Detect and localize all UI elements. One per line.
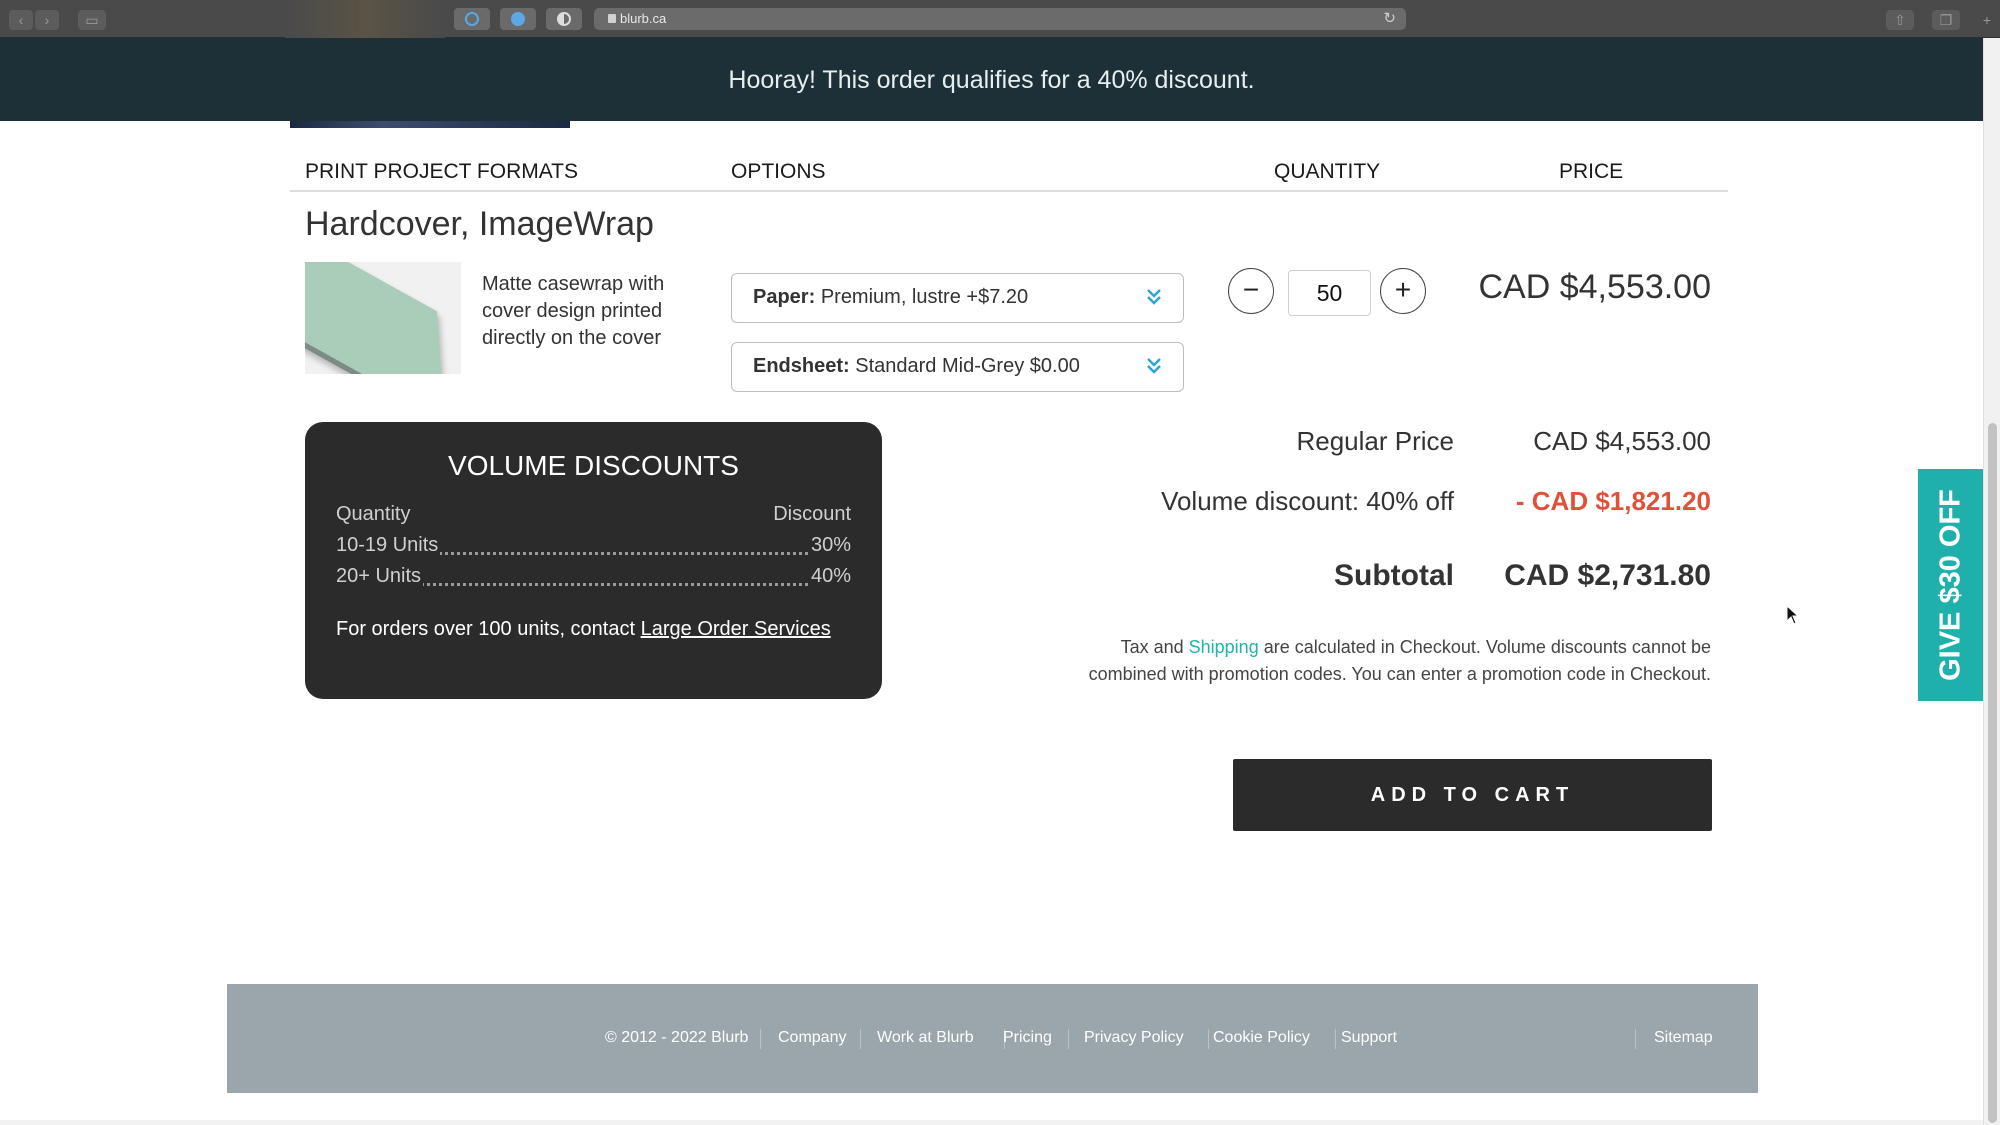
endsheet-select-text: Endsheet: Standard Mid-Grey $0.00 [753, 355, 1080, 378]
page-scrollbar[interactable] [1983, 38, 2000, 1125]
scrollbar-thumb[interactable] [1988, 423, 1997, 1123]
subtotal-label: Subtotal [1334, 559, 1454, 592]
share-icon[interactable]: ⇧ [1886, 10, 1914, 30]
endsheet-value: Standard Mid-Grey $0.00 [855, 355, 1080, 377]
forward-icon[interactable]: › [35, 10, 59, 30]
product-title: Hardcover, ImageWrap [305, 205, 654, 243]
contact-text: For orders over 100 units, contact [336, 618, 636, 640]
tier-discount: 40% [808, 565, 851, 588]
col-quantity: Quantity [336, 503, 413, 526]
reload-icon[interactable]: ↻ [1383, 9, 1396, 27]
footer-copyright: © 2012 - 2022 Blurb [605, 1029, 749, 1046]
regular-price-label: Regular Price [1296, 426, 1454, 456]
footer-link-company[interactable]: Company [778, 1029, 846, 1047]
header-formats: PRINT PROJECT FORMATS [305, 160, 579, 183]
extension-icon[interactable] [454, 8, 490, 30]
extension-icon[interactable] [500, 8, 536, 30]
url-text: blurb.ca [620, 11, 667, 26]
mouse-cursor-icon [1786, 605, 1800, 625]
volume-discount-label: Volume discount: 40% off [1161, 486, 1454, 516]
table-header: PRINT PROJECT FORMATS OPTIONS QUANTITY P… [290, 158, 1728, 192]
quantity-input[interactable]: 50 [1288, 270, 1371, 316]
volume-discounts-title: VOLUME DISCOUNTS [448, 450, 739, 481]
footer-link-sitemap[interactable]: Sitemap [1654, 1029, 1713, 1047]
discount-banner: Hooray! This order qualifies for a 40% d… [0, 38, 1983, 121]
give-30-off-tab[interactable]: GIVE $30 OFF [1918, 469, 1983, 701]
endsheet-label: Endsheet: [753, 355, 850, 377]
volume-discount-value: - CAD $1,821.20 [1515, 486, 1711, 516]
privacy-shield-icon[interactable] [546, 8, 582, 30]
background-photo [285, 0, 445, 38]
page-bottom [0, 1120, 1983, 1125]
paper-select[interactable]: Paper: Premium, lustre +$7.20 [731, 273, 1184, 323]
decrease-quantity-button[interactable]: − [1228, 268, 1274, 314]
tier-units: 10-19 Units [336, 534, 441, 557]
tier-discount: 30% [808, 534, 851, 557]
address-bar[interactable]: blurb.ca ↻ [594, 8, 1406, 30]
volume-discounts-box: VOLUME DISCOUNTS Quantity Discount 10-19… [305, 422, 882, 699]
back-icon[interactable]: ‹ [9, 10, 33, 30]
note-prefix: Tax and [1120, 637, 1184, 657]
footer-link-work[interactable]: Work at Blurb [877, 1029, 974, 1047]
large-order-services-link[interactable]: Large Order Services [641, 618, 831, 640]
paper-select-text: Paper: Premium, lustre +$7.20 [753, 286, 1028, 309]
footer-link-support[interactable]: Support [1341, 1029, 1397, 1047]
banner-message: Hooray! This order qualifies for a 40% d… [728, 66, 1255, 94]
tier-units: 20+ Units [336, 565, 424, 588]
header-quantity: QUANTITY [1274, 160, 1381, 183]
product-thumbnail [305, 262, 461, 374]
discount-header-row: Quantity Discount [336, 503, 851, 529]
discount-tier-row: 20+ Units 40% [336, 565, 851, 591]
discount-tier-row: 10-19 Units 30% [336, 534, 851, 560]
large-order-contact: For orders over 100 units, contact Large… [336, 618, 831, 641]
paper-value: Premium, lustre +$7.20 [820, 286, 1029, 308]
increase-quantity-button[interactable]: + [1380, 268, 1426, 314]
checkout-note: Tax and Shipping are calculated in Check… [1071, 634, 1711, 688]
footer-link-privacy[interactable]: Privacy Policy [1084, 1029, 1184, 1047]
site-footer: © 2012 - 2022 Blurb Company Work at Blur… [227, 984, 1758, 1093]
subtotal-value: CAD $2,731.80 [1504, 559, 1711, 592]
regular-price-value: CAD $4,553.00 [1533, 426, 1711, 456]
side-tab-label: GIVE $30 OFF [1934, 489, 1966, 681]
sidebar-icon[interactable]: ▭ [78, 10, 106, 30]
endsheet-select[interactable]: Endsheet: Standard Mid-Grey $0.00 [731, 342, 1184, 392]
col-discount: Discount [771, 503, 851, 526]
add-to-cart-button[interactable]: ADD TO CART [1233, 759, 1712, 831]
project-image-edge [290, 121, 570, 128]
paper-label: Paper: [753, 286, 816, 308]
shipping-link[interactable]: Shipping [1189, 637, 1259, 657]
browser-toolbar: ‹ › ▭ blurb.ca ↻ ⇧ ❐ + [0, 0, 2000, 38]
footer-link-pricing[interactable]: Pricing [1003, 1029, 1052, 1047]
product-description: Matte casewrap with cover design printed… [482, 273, 665, 349]
footer-link-cookie[interactable]: Cookie Policy [1213, 1029, 1310, 1047]
chevron-down-icon [1147, 289, 1161, 305]
tabs-icon[interactable]: ❐ [1932, 10, 1960, 30]
chevron-down-icon [1147, 358, 1161, 374]
lock-icon [608, 14, 616, 23]
item-price: CAD $4,553.00 [1478, 268, 1712, 306]
new-tab-icon[interactable]: + [1976, 10, 1998, 30]
header-options: OPTIONS [731, 160, 826, 183]
header-price: PRICE [1559, 160, 1624, 183]
